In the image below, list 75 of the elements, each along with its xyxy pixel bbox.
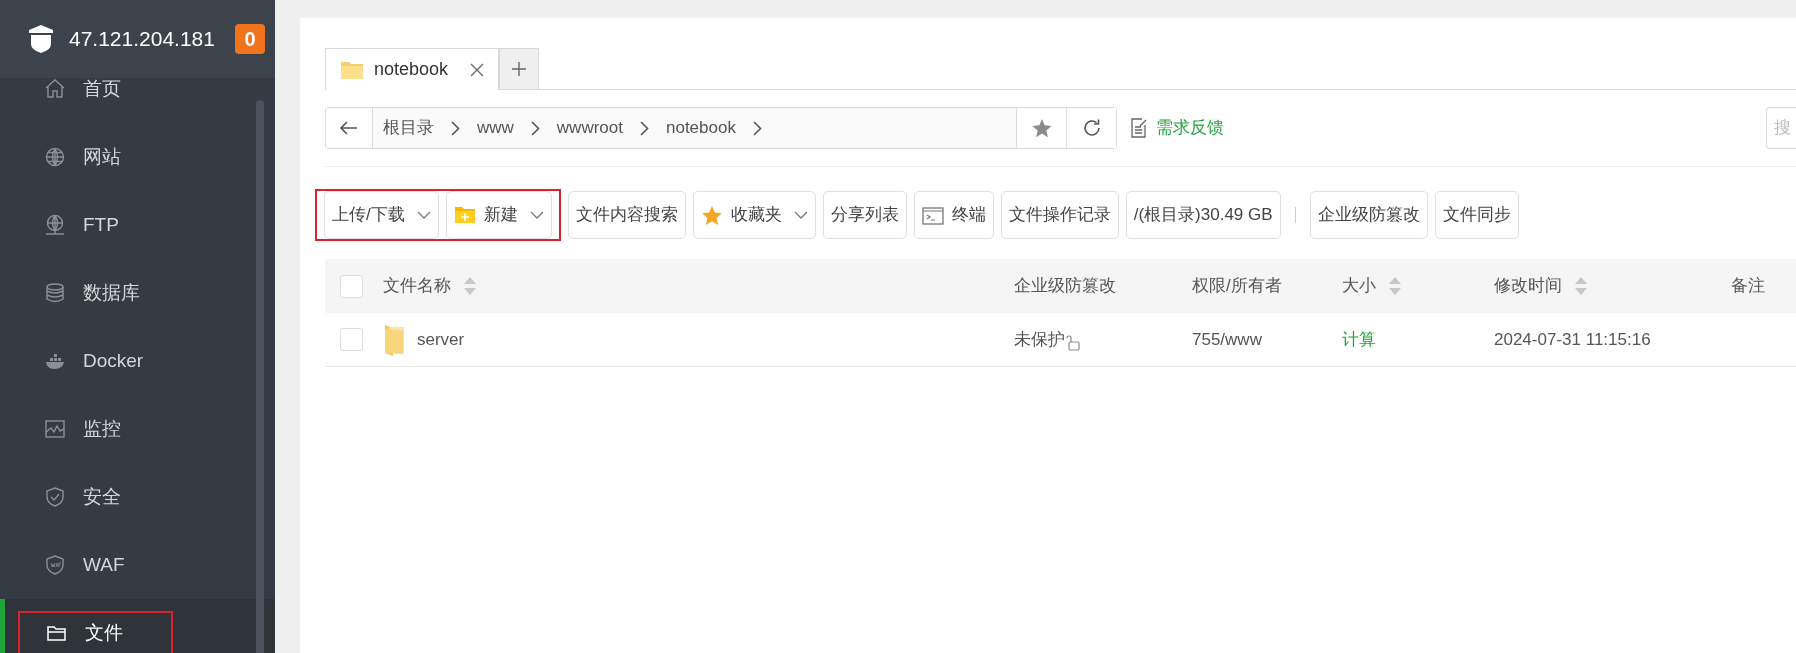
sidebar-item[interactable]: 首页 — [0, 78, 275, 123]
refresh-icon — [1081, 118, 1102, 138]
sidebar-label: 文件 — [85, 620, 123, 645]
breadcrumb-link[interactable]: wwwroot — [554, 115, 625, 141]
plus-icon — [511, 61, 528, 77]
sidebar-item[interactable]: 安全 — [0, 463, 275, 531]
folder-plus-icon — [453, 204, 476, 226]
shield-check-icon — [44, 486, 66, 508]
folder-tab[interactable]: notebook — [325, 48, 500, 91]
file-name-link[interactable]: server — [417, 326, 465, 353]
terminal-icon — [921, 204, 944, 226]
toolbar-button[interactable]: /(根目录)30.49 GB — [1125, 191, 1281, 239]
table-cell-text: 未保护 — [1014, 328, 1065, 351]
toolbar-button[interactable]: 企业级防篡改 — [1309, 191, 1428, 239]
globe-icon — [44, 214, 66, 236]
add-tab-button[interactable] — [499, 48, 540, 90]
column-header[interactable]: 文件名称 — [383, 273, 477, 299]
toolbar-button[interactable]: 分享列表 — [822, 191, 907, 239]
sort-icon[interactable] — [1574, 276, 1588, 296]
toolbar-button[interactable]: 终端 — [913, 191, 994, 239]
refresh-button[interactable] — [1066, 108, 1116, 148]
chevron-right-icon — [639, 120, 649, 136]
breadcrumb-link[interactable]: notebook — [663, 115, 738, 141]
globe-icon — [44, 146, 66, 168]
sidebar-item[interactable]: FTP — [0, 191, 275, 259]
sidebar-item[interactable]: 文件 — [0, 599, 275, 653]
column-header[interactable]: 备注 — [1731, 273, 1765, 299]
caret-icon — [793, 211, 808, 219]
server-address: 47.121.204.181 — [69, 26, 215, 53]
column-header[interactable]: 大小 — [1342, 273, 1402, 299]
sidebar-item[interactable]: 监控 — [0, 395, 275, 463]
column-header[interactable]: 权限/所有者 — [1192, 273, 1282, 299]
folder-icon — [383, 322, 405, 357]
checkbox[interactable] — [340, 328, 363, 351]
breadcrumb-link[interactable]: 根目录 — [381, 115, 436, 141]
back-arrow-icon — [340, 121, 358, 135]
checkbox[interactable] — [340, 274, 363, 298]
database-icon — [44, 282, 66, 304]
chevron-right-icon — [451, 120, 460, 136]
dropdown-button[interactable]: 上传/下载 — [324, 191, 439, 239]
sort-icon[interactable] — [463, 276, 477, 296]
shield-icon — [44, 554, 66, 576]
toolbar-button[interactable]: 文件操作记录 — [1000, 191, 1119, 239]
close-icon — [470, 62, 485, 77]
sidebar-item[interactable]: Docker — [0, 327, 275, 395]
back-button[interactable] — [326, 108, 373, 148]
toolbar-button[interactable]: 文件内容搜索 — [567, 191, 686, 239]
scrollbar[interactable] — [256, 100, 264, 653]
column-header[interactable]: 企业级防篡改 — [1014, 273, 1116, 299]
folder-icon — [340, 59, 364, 80]
table-cell-text: 755/www — [1192, 328, 1263, 351]
castle-icon — [27, 24, 55, 54]
star-icon — [1031, 118, 1052, 138]
dropdown-button[interactable]: 新建 — [445, 191, 552, 239]
breadcrumb-link[interactable]: www — [475, 115, 516, 141]
chevron-right-icon — [530, 120, 540, 136]
close-tab-button[interactable] — [470, 62, 485, 77]
toolbar-button[interactable]: 文件同步 — [1434, 191, 1519, 239]
caret-icon — [416, 211, 431, 219]
search-placeholder: 搜 — [1774, 117, 1791, 140]
chart-monitor-icon — [44, 418, 66, 440]
sidebar-item[interactable]: WAF — [0, 531, 275, 599]
star-icon — [700, 204, 723, 226]
table-cell-text: 2024-07-31 11:15:16 — [1494, 328, 1652, 351]
chevron-right-icon — [752, 120, 762, 136]
dropdown-button[interactable]: 收藏夹 — [692, 191, 816, 239]
home-icon — [44, 78, 66, 100]
sidebar-item[interactable]: 数据库 — [0, 259, 275, 327]
note-pen-icon — [1130, 118, 1148, 138]
caret-icon — [529, 211, 544, 219]
selection-bar — [0, 599, 5, 653]
sidebar-item[interactable]: 网站 — [0, 123, 275, 191]
unlock-icon[interactable] — [1065, 335, 1081, 352]
column-header[interactable]: 修改时间 — [1494, 273, 1588, 299]
sort-icon[interactable] — [1388, 276, 1402, 296]
